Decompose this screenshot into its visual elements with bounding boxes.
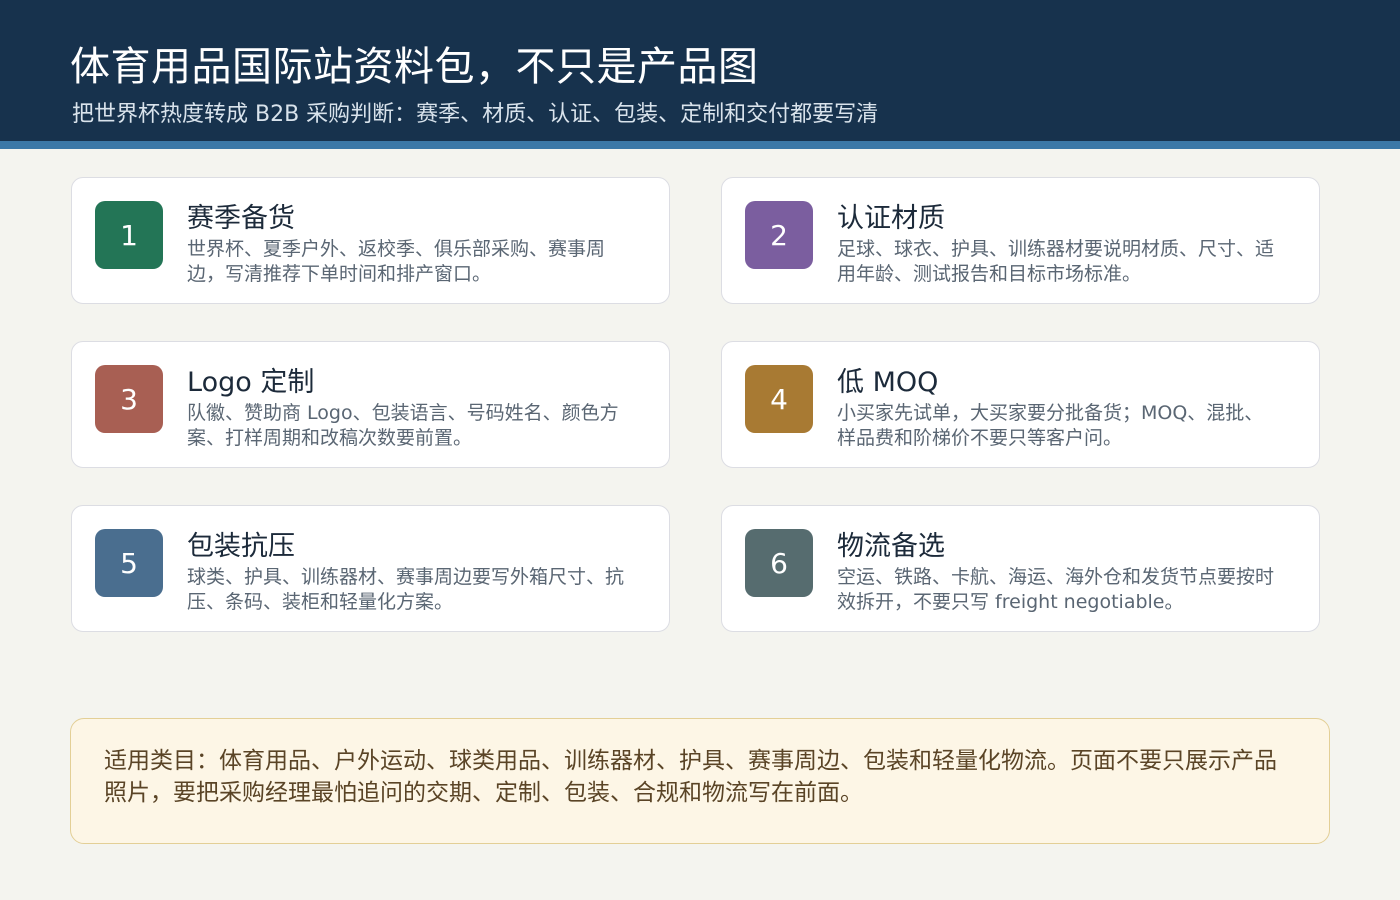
card-description: 空运、铁路、卡航、海运、海外仓和发货节点要按时效拆开，不要只写 freight … — [837, 566, 1275, 613]
card-title: 赛季备货 — [187, 203, 295, 234]
card-description: 小买家先试单，大买家要分批备货；MOQ、混批、样品费和阶梯价不要只等客户问。 — [837, 402, 1264, 449]
note-text: 适用类目：体育用品、户外运动、球类用品、训练器材、护具、赛事周边、包装和轻量化物… — [104, 748, 1277, 806]
card-description: 足球、球衣、护具、训练器材要说明材质、尺寸、适用年龄、测试报告和目标市场标准。 — [837, 238, 1275, 285]
page-title: 体育用品国际站资料包，不只是产品图 — [70, 44, 759, 90]
card-title: 低 MOQ — [837, 367, 939, 398]
page-subtitle: 把世界杯热度转成 B2B 采购判断：赛季、材质、认证、包装、定制和交付都要写清 — [72, 102, 879, 127]
card-low-moq: 4 低 MOQ 小买家先试单，大买家要分批备货；MOQ、混批、样品费和阶梯价不要… — [721, 341, 1320, 468]
card-description: 队徽、赞助商 Logo、包装语言、号码姓名、颜色方案、打样周期和改稿次数要前置。 — [187, 402, 619, 449]
card-title: 包装抗压 — [187, 531, 295, 562]
card-logo-customization: 3 Logo 定制 队徽、赞助商 Logo、包装语言、号码姓名、颜色方案、打样周… — [71, 341, 670, 468]
card-logistics: 6 物流备选 空运、铁路、卡航、海运、海外仓和发货节点要按时效拆开，不要只写 f… — [721, 505, 1320, 632]
page-header: 体育用品国际站资料包，不只是产品图 把世界杯热度转成 B2B 采购判断：赛季、材… — [0, 0, 1400, 141]
card-number-badge: 2 — [745, 201, 813, 269]
applicable-categories-note: 适用类目：体育用品、户外运动、球类用品、训练器材、护具、赛事周边、包装和轻量化物… — [70, 718, 1330, 844]
card-certification-material: 2 认证材质 足球、球衣、护具、训练器材要说明材质、尺寸、适用年龄、测试报告和目… — [721, 177, 1320, 304]
card-description: 球类、护具、训练器材、赛事周边要写外箱尺寸、抗压、条码、装柜和轻量化方案。 — [187, 566, 625, 613]
card-description: 世界杯、夏季户外、返校季、俱乐部采购、赛事周边，写清推荐下单时间和排产窗口。 — [187, 238, 606, 285]
card-title: 物流备选 — [837, 531, 945, 562]
card-packaging: 5 包装抗压 球类、护具、训练器材、赛事周边要写外箱尺寸、抗压、条码、装柜和轻量… — [71, 505, 670, 632]
card-number-badge: 5 — [95, 529, 163, 597]
card-title: 认证材质 — [837, 203, 945, 234]
card-number-badge: 4 — [745, 365, 813, 433]
card-title: Logo 定制 — [187, 367, 315, 398]
card-season-stocking: 1 赛季备货 世界杯、夏季户外、返校季、俱乐部采购、赛事周边，写清推荐下单时间和… — [71, 177, 670, 304]
card-number-badge: 3 — [95, 365, 163, 433]
header-stripe — [0, 141, 1400, 149]
card-number-badge: 1 — [95, 201, 163, 269]
card-number-badge: 6 — [745, 529, 813, 597]
